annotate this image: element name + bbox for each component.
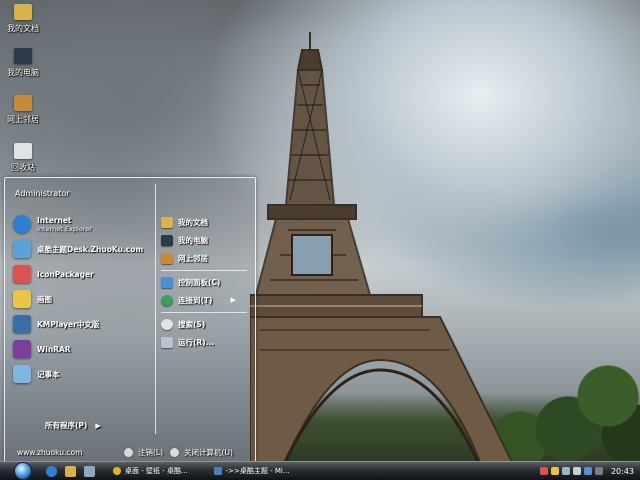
folder-icon (14, 4, 32, 20)
system-label: 控制面板(C) (178, 277, 221, 287)
computer-icon (14, 48, 32, 64)
place-label: 我的文档 (178, 217, 208, 227)
folder-icon (161, 216, 173, 228)
menu-item-iconpackager[interactable]: IconPackager (13, 263, 94, 285)
menu-item-title: KMPlayer中文版 (37, 319, 100, 329)
theme-icon (13, 240, 31, 258)
connect-icon (161, 294, 173, 306)
notepad-icon (13, 365, 31, 383)
system-label: 搜索(S) (178, 319, 206, 329)
shutdown-label: 关闭计算机(U) (184, 447, 233, 457)
menu-item-title: WinRAR (37, 344, 71, 354)
logoff-button[interactable]: 注销(L) (123, 446, 164, 458)
control-panel-icon (161, 276, 173, 288)
desktop-icon-network[interactable]: 网上邻居 (2, 95, 44, 125)
task-label: ->>桌酷主题 - Mi... (225, 467, 290, 475)
network-tray-icon[interactable] (561, 467, 570, 475)
start-menu-footer: www.zhuoku.com 注销(L) 关闭计算机(U) (5, 442, 255, 462)
menu-separator (161, 270, 247, 271)
menu-item-zhuoku-theme[interactable]: 桌酷主题Desk.ZhuoKu.com (13, 238, 143, 260)
desktop: 我的文档 我的电脑 网上邻居 回收站 Administrator Interne… (0, 0, 640, 480)
menu-item-winrar[interactable]: WinRAR (13, 338, 71, 360)
menu-item-paint[interactable]: 画图 (13, 288, 52, 310)
menu-item-title: IconPackager (37, 269, 94, 279)
site-url: www.zhuoku.com (17, 447, 83, 457)
run-icon (161, 336, 173, 348)
menu-separator (161, 312, 247, 313)
shutdown-button[interactable]: 关闭计算机(U) (169, 446, 233, 458)
internet-explorer-icon (13, 215, 31, 233)
iconpackager-icon (13, 265, 31, 283)
search-icon (161, 318, 173, 330)
menu-divider (155, 184, 156, 434)
control-panel-item[interactable]: 控制面板(C) (161, 274, 220, 290)
kmplayer-icon (13, 315, 31, 333)
winrar-icon (13, 340, 31, 358)
desktop-icon-label: 我的文档 (7, 24, 39, 33)
taskbar: 桌面 - 壁纸 - 桌酷... ->>桌酷主题 - Mi... 20:43 (0, 461, 640, 480)
arrow-right-icon: ▶ (95, 421, 101, 430)
start-button[interactable] (14, 462, 32, 480)
menu-item-title: 画图 (37, 294, 52, 304)
place-label: 网上邻居 (178, 253, 208, 263)
connect-to-item[interactable]: 连接到(T) ▶ (161, 292, 236, 308)
place-computer[interactable]: 我的电脑 (161, 232, 208, 248)
tray-icon[interactable] (539, 467, 548, 475)
menu-item-title: Internet (37, 215, 72, 225)
desktop-icon-computer[interactable]: 我的电脑 (2, 48, 44, 78)
quicklaunch-desktop-icon[interactable] (84, 465, 95, 477)
tray-icon[interactable] (594, 467, 603, 475)
user-name: Administrator (15, 189, 70, 198)
place-network[interactable]: 网上邻居 (161, 250, 208, 266)
all-programs-label: 所有程序(P) (45, 421, 88, 430)
window-icon (213, 467, 222, 475)
task-label: 桌面 - 壁纸 - 桌酷... (125, 467, 188, 475)
menu-item-internet[interactable]: Internet Internet Explorer (13, 213, 92, 235)
desktop-icon-label: 回收站 (11, 163, 35, 172)
start-menu: Administrator Internet Internet Explorer… (4, 177, 256, 463)
paint-icon (13, 290, 31, 308)
place-documents[interactable]: 我的文档 (161, 214, 208, 230)
logoff-icon (123, 446, 134, 458)
desktop-icon-label: 我的电脑 (7, 68, 39, 77)
desktop-icon-label: 网上邻居 (7, 115, 39, 124)
volume-icon[interactable] (572, 467, 581, 475)
clock[interactable]: 20:43 (611, 467, 634, 476)
menu-item-title: 记事本 (37, 369, 60, 379)
power-icon (169, 446, 181, 458)
arrow-right-icon: ▶ (230, 296, 236, 304)
tray-icon[interactable] (550, 467, 559, 475)
desktop-icon-documents[interactable]: 我的文档 (2, 4, 44, 34)
task-button-theme[interactable]: ->>桌酷主题 - Mi... (210, 464, 294, 478)
network-icon (14, 95, 32, 111)
search-item[interactable]: 搜索(S) (161, 316, 205, 332)
system-label: 运行(R)... (178, 337, 215, 347)
menu-item-notepad[interactable]: 记事本 (13, 363, 60, 385)
tray-icon[interactable] (583, 467, 592, 475)
network-icon (161, 252, 173, 264)
place-label: 我的电脑 (178, 235, 208, 245)
menu-item-kmplayer[interactable]: KMPlayer中文版 (13, 313, 99, 335)
recycle-bin-icon (14, 143, 32, 159)
chrome-icon (113, 467, 121, 475)
all-programs-button[interactable]: 所有程序(P) ▶ (45, 420, 101, 431)
computer-icon (161, 234, 173, 246)
system-tray: 20:43 (537, 462, 640, 480)
menu-item-title: 桌酷主题Desk.ZhuoKu.com (37, 244, 144, 254)
quicklaunch-explorer-icon[interactable] (65, 465, 76, 477)
logoff-label: 注销(L) (138, 447, 164, 457)
menu-item-subtitle: Internet Explorer (37, 224, 92, 233)
system-label: 连接到(T) (178, 295, 213, 305)
wallpaper-eiffel-tower (250, 32, 514, 462)
task-button-browser[interactable]: 桌面 - 壁纸 - 桌酷... (109, 464, 192, 478)
desktop-icon-recycle-bin[interactable]: 回收站 (2, 143, 44, 173)
quicklaunch-ie-icon[interactable] (46, 465, 57, 477)
run-item[interactable]: 运行(R)... (161, 334, 214, 350)
